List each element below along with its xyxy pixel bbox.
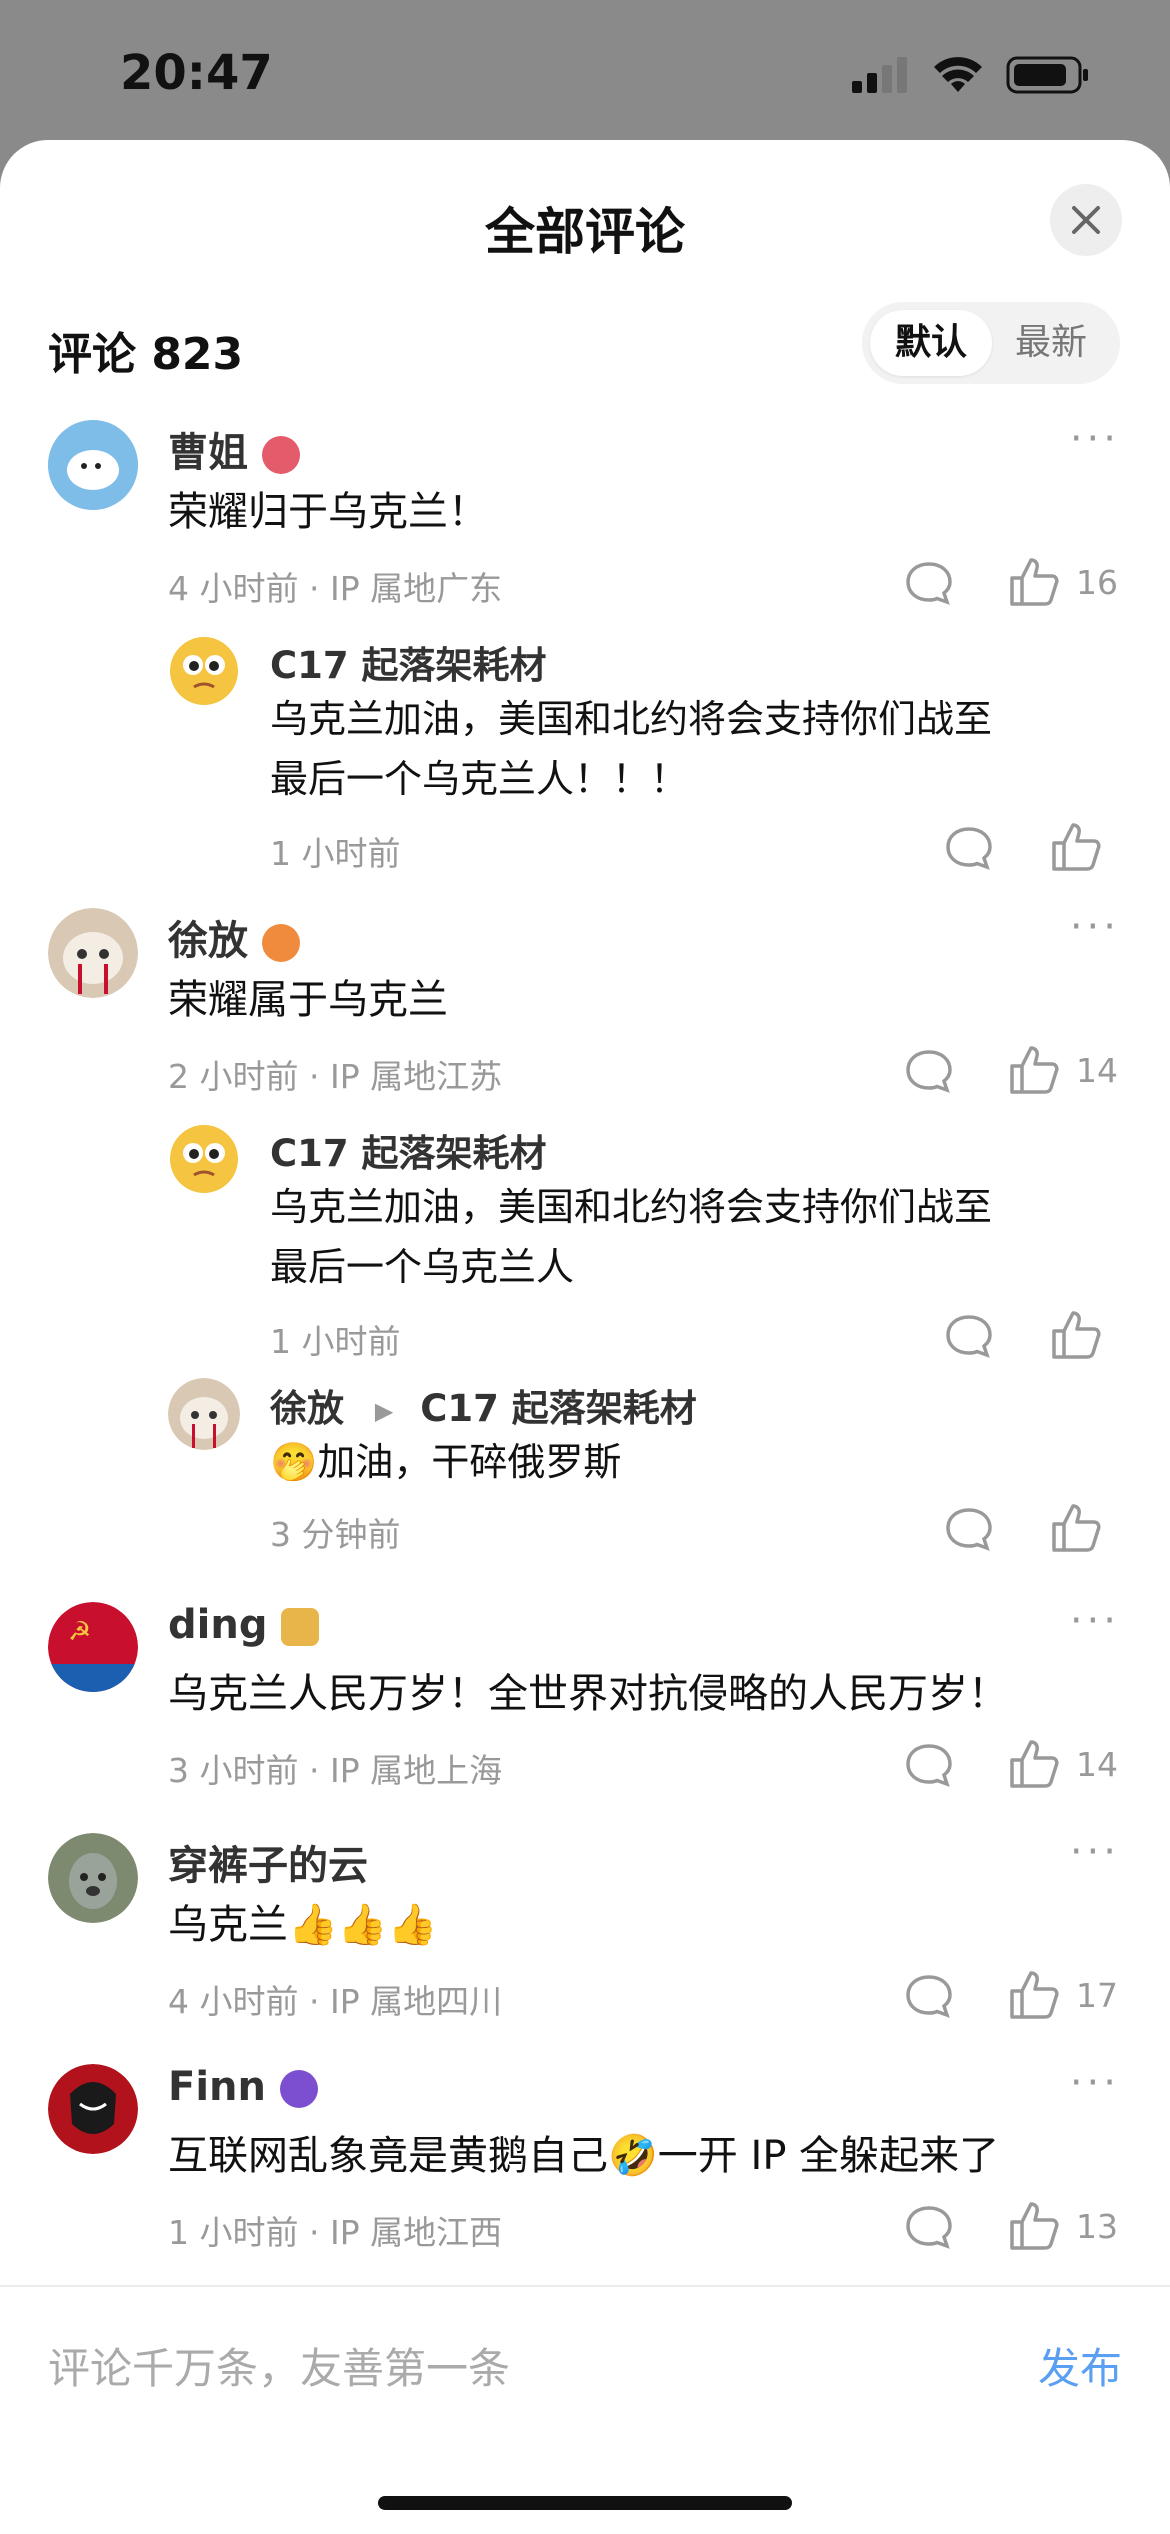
sort-default-tab[interactable]: 默认: [870, 310, 992, 376]
avatar[interactable]: [168, 1378, 240, 1450]
comment-input[interactable]: 评论千万条，友善第一条: [48, 2335, 510, 2396]
comment-meta: 2 小时前 · IP 属地江苏: [168, 1057, 503, 1096]
avatar[interactable]: [48, 908, 138, 998]
like-count: 16: [1076, 563, 1118, 602]
username[interactable]: 穿裤子的云: [168, 1833, 368, 1891]
avatar[interactable]: [168, 1123, 240, 1195]
username[interactable]: C17 起落架耗材: [270, 1123, 547, 1177]
home-indicator: [378, 2496, 792, 2510]
reply-icon[interactable]: [904, 2204, 954, 2250]
comment-text: 乌克兰加油，美国和北约将会支持你们战至 最后一个乌克兰人！！！: [270, 697, 993, 801]
battery-icon: [1006, 56, 1088, 94]
close-button[interactable]: [1050, 184, 1122, 256]
publish-button[interactable]: 发布: [1038, 2335, 1122, 2396]
reply-icon[interactable]: [904, 1048, 954, 1094]
reply-arrow-icon: ▶: [374, 1396, 394, 1425]
more-options-button[interactable]: ···: [1070, 416, 1120, 462]
like-icon[interactable]: [1050, 1502, 1102, 1554]
comment-count: 评论 823: [48, 329, 244, 380]
username[interactable]: 徐放 ▶ C17 起落架耗材: [270, 1378, 697, 1432]
username[interactable]: 徐放: [168, 908, 300, 966]
reply-icon[interactable]: [944, 1506, 994, 1552]
comment-text: 荣耀属于乌克兰: [168, 977, 448, 1023]
comment-input-bar: 评论千万条，友善第一条 发布: [0, 2285, 1170, 2534]
sort-toggle: 默认 最新: [862, 302, 1120, 384]
more-options-button[interactable]: ···: [1070, 1829, 1120, 1875]
comment-meta: 1 小时前: [270, 834, 401, 873]
like-icon[interactable]: [1008, 1738, 1060, 1790]
like-icon[interactable]: [1050, 821, 1102, 873]
comment-text: 荣耀归于乌克兰！: [168, 489, 488, 535]
avatar[interactable]: [48, 420, 138, 510]
reply-icon[interactable]: [904, 560, 954, 606]
username[interactable]: 曹姐: [168, 420, 300, 478]
reply-icon[interactable]: [944, 825, 994, 871]
status-bar: 20:47: [0, 0, 1170, 140]
comment-meta: 3 分钟前: [270, 1515, 401, 1554]
status-time: 20:47: [120, 45, 273, 101]
sheet-title: 全部评论: [485, 203, 685, 261]
level-badge-icon: [262, 924, 300, 962]
level-badge-icon: [280, 2070, 318, 2108]
avatar[interactable]: [48, 2064, 138, 2154]
avatar[interactable]: [48, 1833, 138, 1923]
avatar[interactable]: ☭: [48, 1602, 138, 1692]
like-count: 13: [1076, 2207, 1118, 2246]
comment-meta: 1 小时前: [270, 1322, 401, 1361]
username[interactable]: ding: [168, 1602, 320, 1648]
comment-text: 乌克兰人民万岁！全世界对抗侵略的人民万岁！: [168, 1671, 1008, 1717]
wifi-icon: [934, 57, 982, 92]
comment-meta: 3 小时前 · IP 属地上海: [168, 1751, 503, 1790]
comments-sheet: 全部评论 评论 823 默认 最新 曹姐 ··· 荣耀归于乌克兰！ 4 小时前 …: [0, 140, 1170, 2532]
comment-meta: 4 小时前 · IP 属地广东: [168, 569, 503, 608]
like-count: 14: [1076, 1745, 1118, 1784]
comment-meta: 1 小时前 · IP 属地江西: [168, 2213, 503, 2252]
comment-text: 互联网乱象竟是黄鹅自己🤣一开 IP 全躲起来了: [168, 2133, 1000, 2179]
like-icon[interactable]: [1008, 1044, 1060, 1096]
more-options-button[interactable]: ···: [1070, 904, 1120, 950]
more-options-button[interactable]: ···: [1070, 1598, 1120, 1644]
reply-icon[interactable]: [904, 1742, 954, 1788]
like-icon[interactable]: [1008, 556, 1060, 608]
reply-icon[interactable]: [944, 1313, 994, 1359]
username[interactable]: C17 起落架耗材: [270, 635, 547, 689]
reply-icon[interactable]: [904, 1973, 954, 2019]
username[interactable]: Finn: [168, 2064, 318, 2110]
level-badge-icon: [262, 436, 300, 474]
sort-latest-tab[interactable]: 最新: [990, 310, 1112, 376]
like-count: 17: [1076, 1976, 1118, 2015]
comment-text: 乌克兰👍👍👍: [168, 1902, 438, 1948]
more-options-button[interactable]: ···: [1070, 2060, 1120, 2106]
avatar[interactable]: [168, 635, 240, 707]
close-icon: [1072, 206, 1100, 234]
comment-text: 🤭加油，干碎俄罗斯: [270, 1440, 622, 1484]
like-icon[interactable]: [1050, 1309, 1102, 1361]
comment-text: 乌克兰加油，美国和北约将会支持你们战至 最后一个乌克兰人: [270, 1185, 993, 1289]
comment-meta: 4 小时前 · IP 属地四川: [168, 1982, 503, 2021]
svg-text:☭: ☭: [68, 1617, 91, 1647]
cellular-signal-icon: [852, 57, 907, 93]
like-icon[interactable]: [1008, 2200, 1060, 2252]
like-count: 14: [1076, 1051, 1118, 1090]
level-badge-icon: [281, 1608, 320, 1646]
like-icon[interactable]: [1008, 1969, 1060, 2021]
